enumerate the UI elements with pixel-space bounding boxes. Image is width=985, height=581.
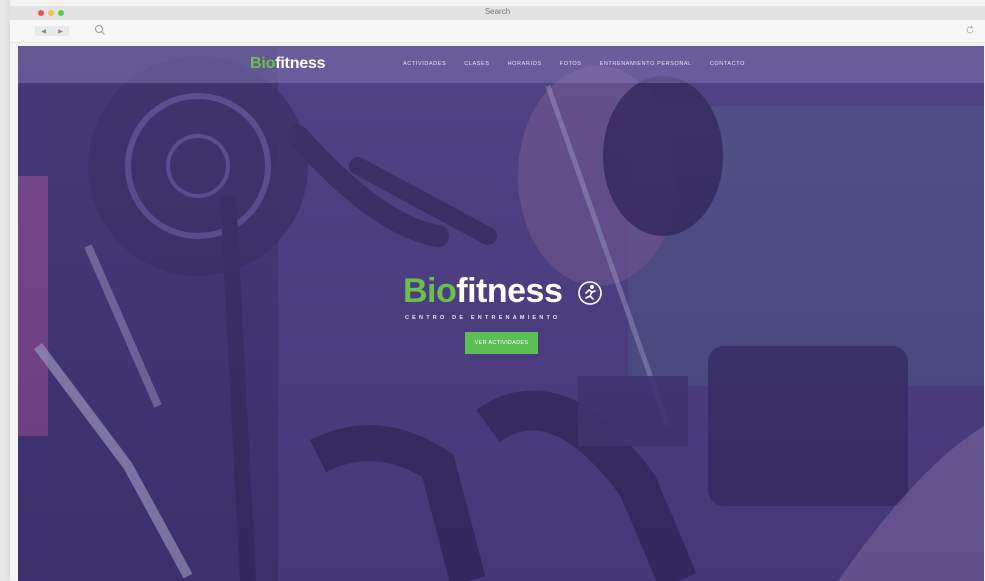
- nav-item-entrenamiento-personal[interactable]: ENTRENAMIENTO PERSONAL: [600, 61, 692, 67]
- brand-prefix: Bio: [250, 55, 276, 72]
- hero-title-suffix: fitness: [456, 272, 563, 310]
- search-icon[interactable]: [94, 24, 106, 36]
- nav-item-contacto[interactable]: CONTACTO: [710, 61, 745, 67]
- brand-suffix: fitness: [275, 55, 326, 72]
- browser-window: Search ◀ ▶ Biofitness ACTIVIDADES CLASES…: [10, 0, 985, 581]
- nav-item-actividades[interactable]: ACTIVIDADES: [403, 61, 446, 67]
- hero-subtitle: CENTRO DE ENTRENAMIENTO: [405, 315, 561, 321]
- site-logo[interactable]: Biofitness: [250, 55, 326, 73]
- main-navigation: ACTIVIDADES CLASES HORARIOS FOTOS ENTREN…: [403, 61, 745, 67]
- site-header: Biofitness ACTIVIDADES CLASES HORARIOS F…: [18, 46, 984, 83]
- nav-buttons: ◀ ▶: [35, 26, 69, 36]
- title-bar: Search: [10, 6, 985, 20]
- reload-icon[interactable]: [965, 25, 975, 35]
- forward-button[interactable]: ▶: [58, 28, 63, 35]
- hero-title-prefix: Bio: [403, 272, 457, 310]
- nav-item-clases[interactable]: CLASES: [464, 61, 489, 67]
- nav-item-fotos[interactable]: FOTOS: [560, 61, 582, 67]
- browser-toolbar: ◀ ▶: [10, 20, 985, 43]
- page-viewport: Biofitness ACTIVIDADES CLASES HORARIOS F…: [18, 46, 984, 581]
- runner-logo-icon: [578, 281, 603, 305]
- hero-title: Biofitness: [403, 271, 603, 311]
- back-button[interactable]: ◀: [41, 28, 46, 35]
- ver-actividades-button[interactable]: VER ACTIVIDADES: [465, 332, 538, 354]
- window-title: Search: [484, 7, 511, 16]
- purple-overlay: [18, 46, 984, 581]
- nav-item-horarios[interactable]: HORARIOS: [508, 61, 542, 67]
